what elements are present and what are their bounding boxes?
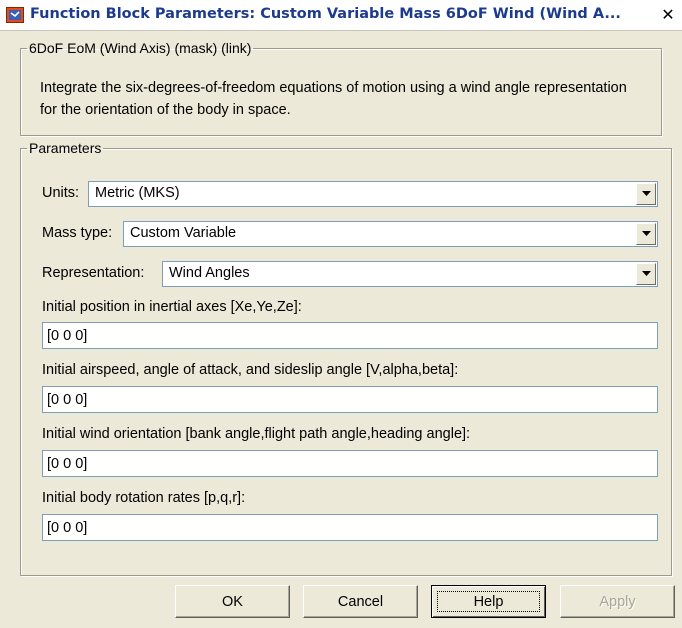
chevron-down-icon[interactable] <box>636 183 656 205</box>
focus-ring <box>437 591 540 612</box>
simulink-block-icon <box>6 7 24 23</box>
ok-button[interactable]: OK <box>175 585 290 618</box>
initial-body-rates-label: Initial body rotation rates [p,q,r]: <box>42 490 246 506</box>
help-button[interactable]: Help <box>431 585 546 618</box>
mass-type-value: Custom Variable <box>130 225 237 241</box>
mass-type-label: Mass type: <box>42 225 113 241</box>
initial-airspeed-input[interactable] <box>42 386 658 413</box>
units-value: Metric (MKS) <box>95 185 180 201</box>
close-icon[interactable]: ✕ <box>658 5 678 25</box>
initial-body-rates-input[interactable] <box>42 514 658 541</box>
units-select[interactable]: Metric (MKS) <box>88 181 658 207</box>
representation-label: Representation: <box>42 265 145 281</box>
initial-position-label: Initial position in inertial axes [Xe,Ye… <box>42 299 302 315</box>
apply-button[interactable]: Apply <box>560 585 675 618</box>
initial-wind-orientation-input[interactable] <box>42 450 658 477</box>
mask-description: Integrate the six-degrees-of-freedom equ… <box>40 80 627 118</box>
representation-select[interactable]: Wind Angles <box>162 261 658 287</box>
chevron-down-icon[interactable] <box>636 223 656 245</box>
cancel-button[interactable]: Cancel <box>303 585 418 618</box>
initial-wind-orientation-label: Initial wind orientation [bank angle,fli… <box>42 426 471 442</box>
parameters-legend: Parameters <box>29 140 102 156</box>
chevron-down-icon[interactable] <box>636 263 656 285</box>
window-title: Function Block Parameters: Custom Variab… <box>30 6 621 22</box>
mask-group-legend: 6DoF EoM (Wind Axis) (mask) (link) <box>29 40 252 56</box>
initial-position-input[interactable] <box>42 322 658 349</box>
initial-airspeed-label: Initial airspeed, angle of attack, and s… <box>42 362 459 378</box>
units-label: Units: <box>42 185 80 201</box>
title-bar: Function Block Parameters: Custom Variab… <box>0 0 682 31</box>
representation-value: Wind Angles <box>169 265 250 281</box>
mass-type-select[interactable]: Custom Variable <box>123 221 658 247</box>
